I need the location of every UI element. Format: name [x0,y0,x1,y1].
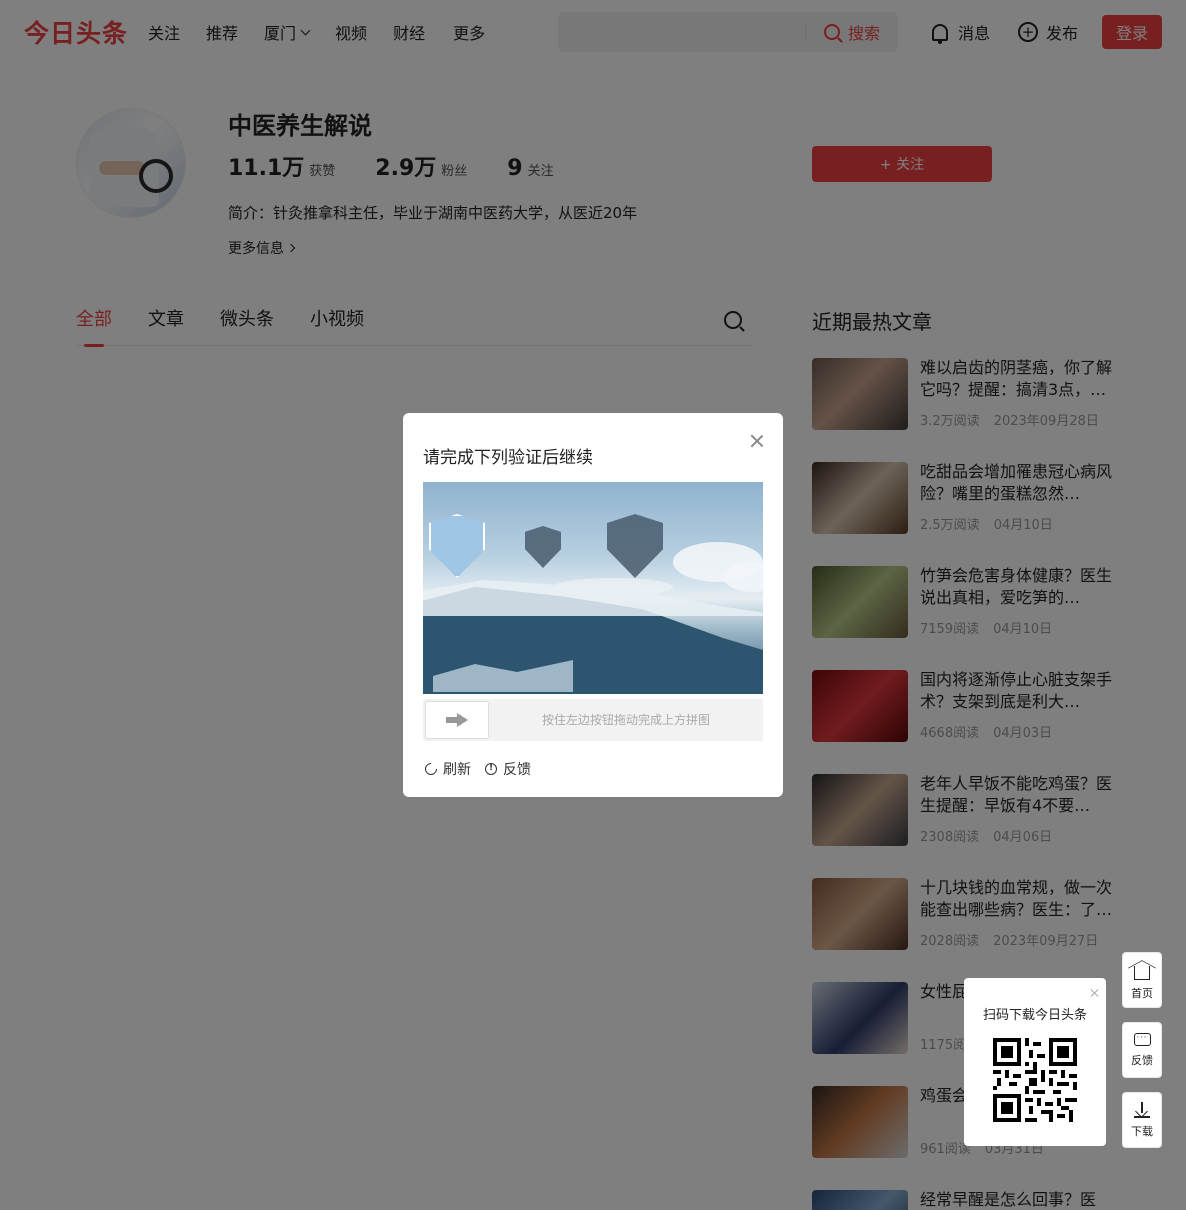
slider-hint: 按住左边按钮拖动完成上方拼图 [541,713,710,727]
captcha-puzzle-image [423,482,763,694]
float-download-button[interactable]: 下载 [1122,1092,1162,1148]
float-home-button[interactable]: 首页 [1122,952,1162,1008]
qr-title: 扫码下载今日头条 [982,1008,1087,1023]
qr-download-popup: 扫码下载今日头条 [964,978,1106,1146]
puzzle-piece[interactable] [429,514,485,578]
feedback-button[interactable]: ! 反馈 [485,759,531,779]
captcha-slider-handle[interactable] [425,701,489,739]
float-label: 下载 [1131,1124,1153,1138]
float-label: 反馈 [1131,1053,1153,1067]
cloud [723,562,763,592]
captcha-slider-track: 按住左边按钮拖动完成上方拼图 [423,699,763,741]
float-feedback-button[interactable]: ··· 反馈 [1122,1022,1162,1078]
download-icon-base [1134,1116,1150,1118]
refresh-icon [422,760,440,778]
refresh-label: 刷新 [443,762,471,778]
close-icon[interactable] [1090,988,1100,998]
arrow-right-icon [446,713,468,727]
puzzle-hole-target [607,514,663,578]
captcha-dialog: 请完成下列验证后继续 按住左边按钮拖动完成上方拼图 刷新 ! 反馈 [403,413,783,797]
feedback-label: 反馈 [503,762,531,778]
download-icon [1134,1101,1150,1118]
message-icon: ··· [1133,1032,1151,1046]
puzzle-hole-decoy [525,526,561,568]
home-icon [1134,965,1150,980]
close-icon[interactable] [749,433,765,449]
captcha-title: 请完成下列验证后继续 [423,448,593,468]
refresh-button[interactable]: 刷新 [422,759,471,779]
captcha-actions: 刷新 ! 反馈 [422,759,545,779]
info-icon: ! [485,763,497,775]
qr-code [993,1038,1077,1122]
float-label: 首页 [1131,986,1153,1000]
